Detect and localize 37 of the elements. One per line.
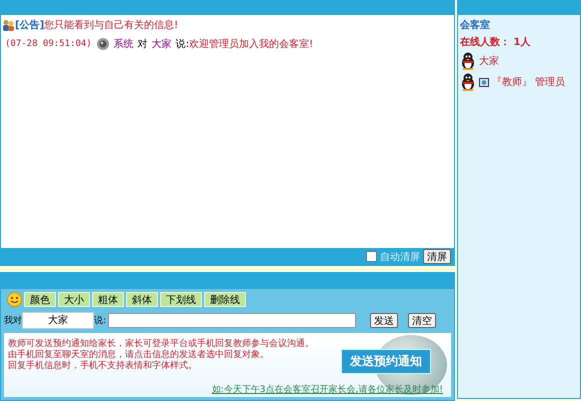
format-button[interactable]: 删除线 bbox=[204, 292, 246, 306]
example-link[interactable]: 如:今天下午3点在会客室召开家长会,请各位家长及时参加! bbox=[212, 383, 443, 396]
users-icon bbox=[2, 19, 15, 31]
to-text: 对 bbox=[138, 38, 148, 51]
says-text: 说: bbox=[176, 38, 190, 51]
smiley-icon[interactable] bbox=[7, 292, 22, 306]
penguin-icon bbox=[460, 73, 476, 91]
clear-screen-button[interactable]: 清屏 bbox=[423, 249, 451, 264]
message-time: (07-28 09:51:04) bbox=[5, 39, 92, 49]
recipient-field[interactable]: 大家 bbox=[22, 312, 94, 328]
message-text: 欢迎管理员加入我的会客室! bbox=[189, 38, 314, 51]
notice-text: 回复手机信息时，手机不支持表情和字体样式。 bbox=[8, 361, 197, 372]
penguin-icon bbox=[460, 52, 476, 70]
clear-button[interactable]: 清空 bbox=[408, 312, 436, 328]
send-button[interactable]: 发送 bbox=[370, 312, 398, 328]
format-button[interactable]: 大小 bbox=[58, 292, 90, 306]
format-button[interactable]: 粗体 bbox=[92, 292, 124, 306]
online-count: 在线人数： 1人 bbox=[460, 36, 532, 49]
speaker-icon bbox=[96, 37, 110, 51]
room-title: 会客室 bbox=[460, 18, 491, 32]
notice-text: 教师可发送预约通知给家长，家长可登录平台或手机回复教师参与会议沟通。 bbox=[8, 339, 314, 350]
format-button[interactable]: 下划线 bbox=[160, 292, 202, 306]
message-field[interactable] bbox=[108, 312, 356, 328]
camera-icon bbox=[479, 78, 489, 86]
user-name[interactable]: 大家 bbox=[479, 54, 499, 68]
format-button[interactable]: 颜色 bbox=[24, 292, 56, 306]
sender-name[interactable]: 系统 bbox=[114, 37, 134, 51]
says-label: 说: bbox=[94, 314, 106, 326]
recipient-name[interactable]: 大家 bbox=[152, 37, 172, 51]
auto-clear-label: 自动清屏 bbox=[380, 250, 420, 264]
announcement-text: 您只能看到与自己有关的信息! bbox=[44, 18, 178, 32]
notice-text: 由手机回复至聊天室的消息，请点击信息的发送者选中回复对象。 bbox=[8, 350, 269, 360]
user-name[interactable]: 『教师』 管理员 bbox=[492, 75, 566, 89]
format-button[interactable]: 斜体 bbox=[126, 292, 158, 306]
auto-clear-checkbox[interactable] bbox=[366, 251, 377, 262]
me-to-label: 我对 bbox=[4, 314, 22, 326]
announcement-tag: [公告] bbox=[15, 18, 44, 32]
